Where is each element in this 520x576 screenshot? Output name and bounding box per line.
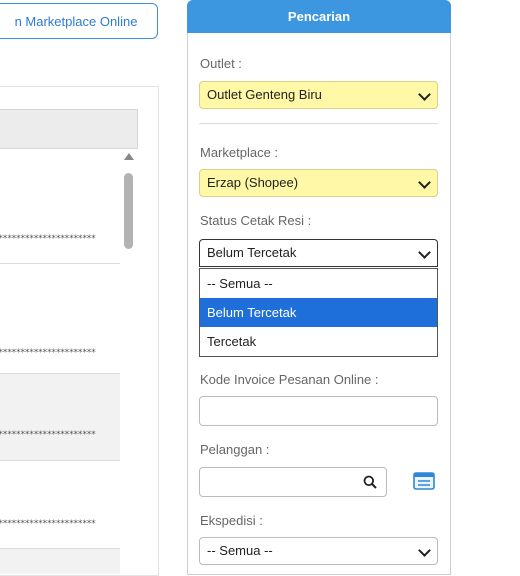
- list-item[interactable]: **********************: [0, 374, 120, 461]
- list-scrollbar[interactable]: [122, 153, 136, 573]
- order-list-header: [0, 109, 138, 149]
- outlet-select[interactable]: Outlet Genteng Biru: [199, 81, 438, 109]
- masked-text: **********************: [0, 519, 96, 529]
- marketplace-select[interactable]: Erzap (Shopee): [199, 169, 438, 197]
- ekspedisi-label: Ekspedisi :: [200, 513, 263, 528]
- status-cetak-resi-label: Status Cetak Resi :: [200, 213, 312, 228]
- order-list: ********************** *****************…: [0, 149, 138, 574]
- search-panel-title: Pencarian: [187, 0, 451, 33]
- dropdown-option-belum-tercetak[interactable]: Belum Tercetak: [200, 298, 437, 327]
- dropdown-option-semua[interactable]: -- Semua --: [200, 269, 437, 298]
- list-item[interactable]: [0, 549, 120, 574]
- status-cetak-resi-dropdown: -- Semua -- Belum Tercetak Tercetak: [199, 268, 438, 357]
- status-cetak-resi-select[interactable]: Belum Tercetak: [199, 239, 438, 267]
- divider: [199, 123, 438, 124]
- chevron-down-icon: [418, 88, 431, 101]
- list-item[interactable]: **********************: [0, 264, 120, 374]
- ekspedisi-select[interactable]: -- Semua --: [199, 537, 438, 565]
- dropdown-option-tercetak[interactable]: Tercetak: [200, 327, 437, 356]
- ekspedisi-select-value: -- Semua --: [207, 543, 273, 558]
- chevron-down-icon: [418, 246, 431, 259]
- pelanggan-label: Pelanggan :: [200, 442, 270, 457]
- list-item[interactable]: **********************: [0, 149, 120, 264]
- kode-invoice-input[interactable]: [199, 396, 438, 426]
- customer-list-icon[interactable]: [413, 472, 435, 490]
- masked-text: **********************: [0, 348, 96, 358]
- scroll-thumb[interactable]: [124, 173, 133, 249]
- chevron-down-icon: [418, 544, 431, 557]
- list-item[interactable]: **********************: [0, 461, 120, 549]
- outlet-select-value: Outlet Genteng Biru: [207, 87, 322, 102]
- pelanggan-input[interactable]: [199, 467, 387, 497]
- masked-text: **********************: [0, 234, 96, 244]
- marketplace-label: Marketplace :: [200, 145, 279, 160]
- status-cetak-resi-value: Belum Tercetak: [207, 245, 297, 260]
- marketplace-online-button[interactable]: n Marketplace Online: [0, 3, 158, 39]
- masked-text: **********************: [0, 430, 96, 440]
- scroll-up-icon[interactable]: [124, 153, 134, 160]
- outlet-label: Outlet :: [200, 56, 242, 71]
- chevron-down-icon: [418, 176, 431, 189]
- search-icon[interactable]: [363, 475, 377, 489]
- kode-invoice-label: Kode Invoice Pesanan Online :: [200, 372, 379, 387]
- marketplace-select-value: Erzap (Shopee): [207, 175, 299, 190]
